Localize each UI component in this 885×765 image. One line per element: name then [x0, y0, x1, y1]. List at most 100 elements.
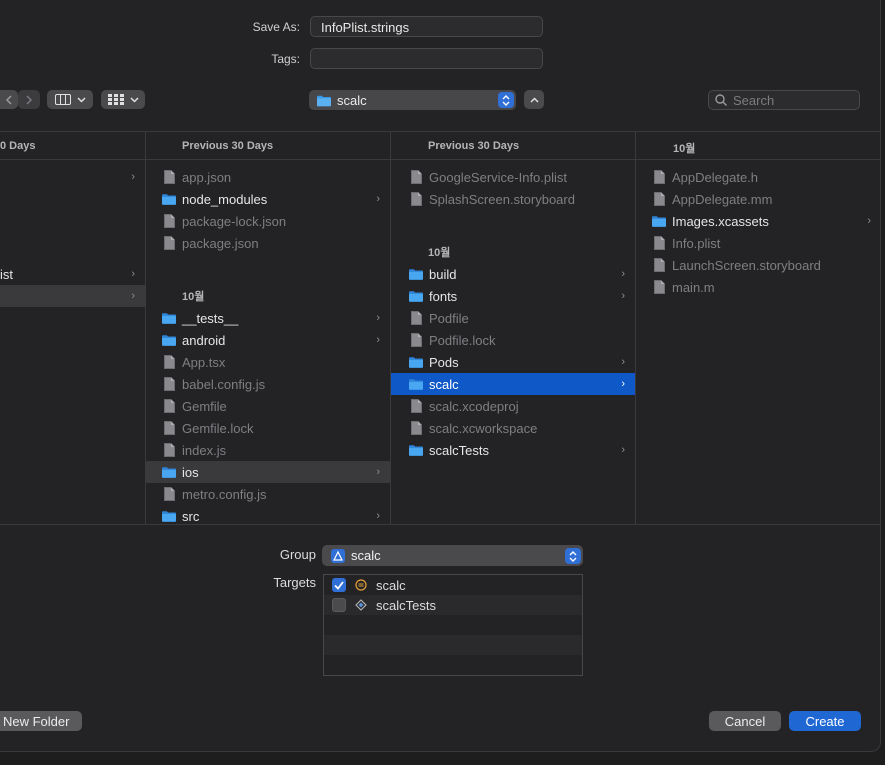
collapse-button[interactable]: [524, 90, 544, 109]
folder-row[interactable]: src ›: [146, 505, 390, 525]
item-name: Podfile.lock: [429, 332, 496, 348]
folder-icon: [409, 289, 423, 303]
file-row[interactable]: app.json: [146, 166, 390, 188]
item-name: scalc.xcodeproj: [429, 398, 519, 414]
target-name: scalcTests: [376, 597, 436, 613]
document-icon: [652, 236, 666, 250]
location-label: scalc: [337, 92, 367, 108]
file-row[interactable]: main.m: [636, 276, 880, 298]
list-item[interactable]: ›: [0, 166, 145, 188]
folder-row[interactable]: Pods ›: [391, 351, 635, 373]
item-name: AppDelegate.h: [672, 169, 759, 185]
location-popup[interactable]: scalc: [309, 90, 516, 110]
targets-label: Targets: [273, 575, 316, 590]
group-label: Group: [279, 547, 316, 562]
file-row[interactable]: AppDelegate.h: [636, 166, 880, 188]
group-popup[interactable]: scalc: [322, 545, 583, 566]
item-name: GoogleService-Info.plist: [429, 169, 568, 185]
document-icon: [162, 377, 176, 391]
document-icon: [409, 333, 423, 347]
list-item-selected-path[interactable]: ›: [0, 285, 145, 307]
item-name: Podfile: [429, 310, 469, 326]
item-name: package.json: [182, 235, 259, 251]
chevron-right-icon: ›: [376, 334, 380, 346]
target-row[interactable]: scalcTests: [324, 595, 582, 615]
chevron-right-icon: ›: [376, 466, 380, 478]
file-row[interactable]: babel.config.js: [146, 373, 390, 395]
xcode-app-icon: [331, 548, 345, 563]
group-value: scalc: [351, 548, 381, 563]
item-name: metro.config.js: [182, 486, 267, 502]
file-row[interactable]: GoogleService-Info.plist: [391, 166, 635, 188]
targets-list: scalc scalcTests: [323, 574, 583, 676]
back-button[interactable]: [0, 90, 18, 109]
folder-icon: [652, 214, 666, 228]
file-row[interactable]: package.json: [146, 232, 390, 254]
target-row[interactable]: scalc: [324, 575, 582, 595]
empty-row: [324, 635, 582, 655]
file-row[interactable]: Podfile: [391, 307, 635, 329]
folder-icon: [317, 93, 331, 107]
file-row[interactable]: LaunchScreen.storyboard: [636, 254, 880, 276]
file-row[interactable]: App.tsx: [146, 351, 390, 373]
list-item[interactable]: ist ›: [0, 263, 145, 285]
chevron-right-icon: ›: [131, 171, 135, 183]
item-name: babel.config.js: [182, 376, 266, 392]
search-field[interactable]: Search: [708, 90, 860, 110]
file-row[interactable]: metro.config.js: [146, 483, 390, 505]
column-header: 0 Days: [0, 132, 145, 160]
item-name: __tests__: [182, 310, 239, 326]
item-name: ios: [182, 464, 199, 480]
chevron-down-icon: [129, 96, 139, 103]
folder-row[interactable]: __tests__ ›: [146, 307, 390, 329]
file-row[interactable]: scalc.xcodeproj: [391, 395, 635, 417]
column-header: Previous 30 Days: [391, 132, 635, 160]
save-dialog: Save As: InfoPlist.strings Tags: scalc S…: [0, 0, 881, 752]
folder-row[interactable]: scalcTests ›: [391, 439, 635, 461]
document-icon: [652, 192, 666, 206]
column-header: Previous 30 Days: [146, 132, 390, 160]
file-row[interactable]: Podfile.lock: [391, 329, 635, 351]
folder-icon: [162, 192, 176, 206]
folder-row[interactable]: Images.xcassets ›: [636, 210, 880, 232]
cancel-button[interactable]: Cancel: [709, 711, 781, 731]
folder-row[interactable]: ios ›: [146, 461, 390, 483]
document-icon: [409, 170, 423, 184]
file-row[interactable]: Gemfile.lock: [146, 417, 390, 439]
grid-icon: [107, 94, 124, 105]
folder-row[interactable]: android ›: [146, 329, 390, 351]
folder-row[interactable]: scalc ›: [391, 373, 635, 395]
document-icon: [162, 487, 176, 501]
document-icon: [652, 258, 666, 272]
document-icon: [409, 399, 423, 413]
forward-button[interactable]: [18, 90, 40, 109]
columns-view-icon: [54, 94, 71, 105]
folder-icon: [409, 443, 423, 457]
empty-row: [324, 615, 582, 635]
item-name: Pods: [429, 354, 459, 370]
new-folder-button[interactable]: New Folder: [0, 711, 82, 731]
file-row[interactable]: SplashScreen.storyboard: [391, 188, 635, 210]
folder-row[interactable]: build ›: [391, 263, 635, 285]
folder-row[interactable]: node_modules ›: [146, 188, 390, 210]
chevron-right-icon: ›: [621, 444, 625, 456]
file-row[interactable]: Info.plist: [636, 232, 880, 254]
folder-icon: [409, 355, 423, 369]
chevron-right-icon: ›: [376, 193, 380, 205]
group-by-button[interactable]: [101, 90, 145, 109]
file-row[interactable]: index.js: [146, 439, 390, 461]
file-row[interactable]: package-lock.json: [146, 210, 390, 232]
checkbox-checked[interactable]: [332, 578, 346, 592]
file-row[interactable]: AppDelegate.mm: [636, 188, 880, 210]
checkbox-unchecked[interactable]: [332, 598, 346, 612]
item-name: scalc.xcworkspace: [429, 420, 538, 436]
view-mode-button[interactable]: [47, 90, 93, 109]
column-1: Previous 30 Days app.json node_modules › pa…: [146, 132, 391, 525]
file-row[interactable]: Gemfile: [146, 395, 390, 417]
save-as-field[interactable]: InfoPlist.strings: [310, 16, 543, 37]
document-icon: [652, 170, 666, 184]
file-row[interactable]: scalc.xcworkspace: [391, 417, 635, 439]
create-button[interactable]: Create: [789, 711, 861, 731]
tags-field[interactable]: [310, 48, 543, 69]
folder-row[interactable]: fonts ›: [391, 285, 635, 307]
